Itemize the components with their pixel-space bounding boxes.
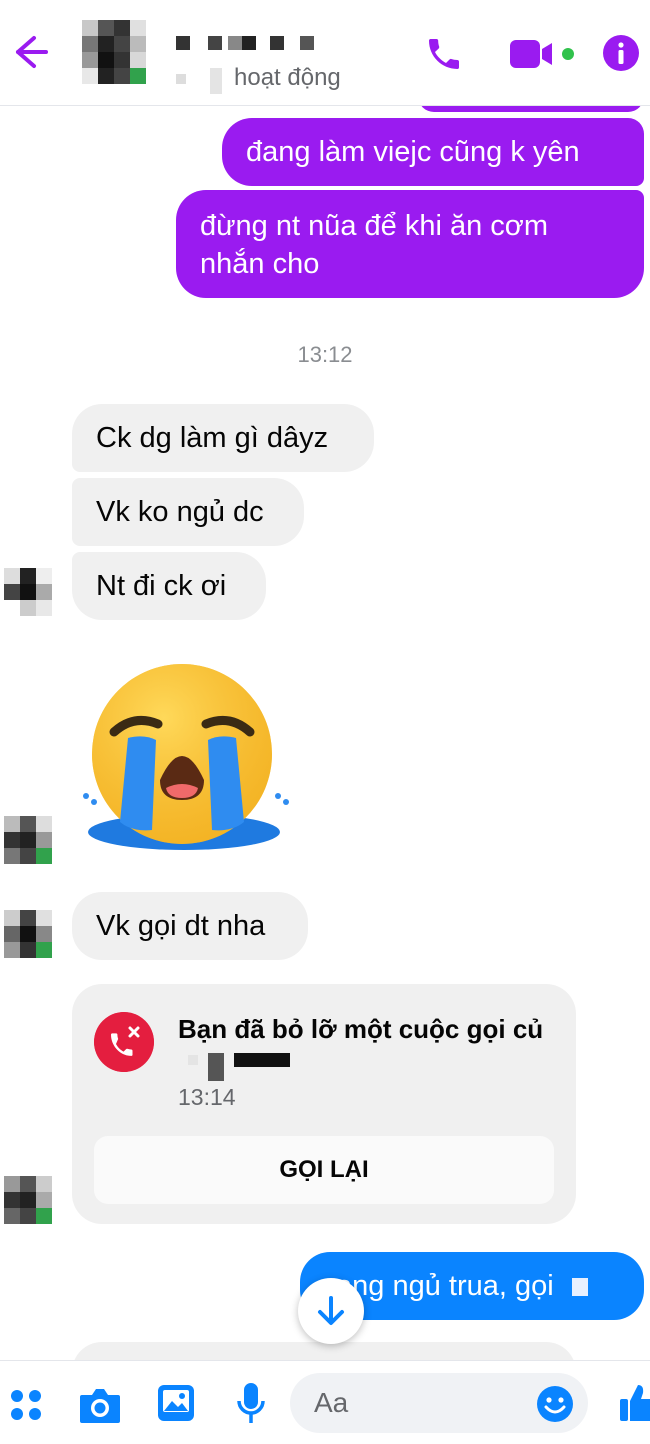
missed-call-title: Bạn đã bỏ lỡ một cuộc gọi củ: [178, 1012, 558, 1082]
video-camera-icon[interactable]: [510, 38, 574, 70]
message-bubble-outgoing[interactable]: đang làm viejc cũng k yên: [222, 118, 644, 186]
microphone-icon[interactable]: [236, 1381, 266, 1427]
message-bubble-incoming[interactable]: Ck dg làm gì dâyz: [72, 404, 374, 472]
sender-avatar[interactable]: [4, 910, 52, 958]
camera-icon[interactable]: [78, 1385, 122, 1425]
like-icon[interactable]: [618, 1381, 650, 1425]
back-arrow-icon[interactable]: [6, 30, 50, 74]
message-text: ang ngủ trua, gọi: [336, 1270, 554, 1302]
message-text: đang làm viejc cũng k yên: [246, 136, 580, 168]
contact-avatar[interactable]: [82, 20, 146, 84]
missed-call-title-text: Bạn đã bỏ lỡ một cuộc gọi củ: [178, 1014, 544, 1044]
apps-icon[interactable]: [8, 1387, 44, 1423]
scroll-to-bottom-button[interactable]: [298, 1278, 364, 1344]
message-text: đừng nt nũa để khi ăn cơm nhắn cho: [200, 210, 548, 280]
redacted-block: [571, 1278, 588, 1297]
image-icon[interactable]: [156, 1383, 196, 1423]
info-icon[interactable]: [602, 34, 640, 72]
chat-header: hoạt động: [0, 0, 650, 106]
message-input[interactable]: Aa: [290, 1373, 588, 1433]
call-back-button[interactable]: GỌI LẠI: [94, 1136, 554, 1204]
sender-avatar[interactable]: [4, 568, 52, 616]
active-status: hoạt động: [234, 64, 341, 91]
message-text: Vk gọi dt nha: [96, 910, 266, 942]
message-text: Ck dg làm gì dâyz: [96, 422, 329, 454]
message-text: Vk ko ngủ dc: [96, 496, 264, 528]
message-bubble-incoming[interactable]: Vk ko ngủ dc: [72, 478, 304, 546]
phone-icon[interactable]: [424, 34, 464, 74]
message-bubble-incoming[interactable]: Vk gọi dt nha: [72, 892, 308, 960]
missed-call-icon: [94, 1012, 154, 1072]
emoji-icon[interactable]: [536, 1385, 574, 1423]
message-timestamp: 13:12: [297, 342, 353, 367]
message-composer: Aa: [0, 1360, 650, 1444]
message-bubble-incoming[interactable]: Nt đi ck ơi: [72, 552, 266, 620]
caller-name-redacted: [188, 1053, 298, 1082]
message-input-placeholder: Aa: [314, 1387, 349, 1418]
missed-call-card: Bạn đã bỏ lỡ một cuộc gọi củ 13:14 GỌI L…: [72, 984, 576, 1224]
missed-call-time: 13:14: [178, 1084, 236, 1110]
sender-avatar[interactable]: [4, 816, 52, 864]
arrow-down-icon: [318, 1296, 344, 1325]
message-text: Nt đi ck ơi: [96, 570, 227, 602]
crying-face-sticker[interactable]: [72, 660, 302, 860]
message-bubble-outgoing[interactable]: đừng nt nũa để khi ăn cơm nhắn cho: [176, 190, 644, 298]
sender-avatar[interactable]: [4, 1176, 52, 1224]
